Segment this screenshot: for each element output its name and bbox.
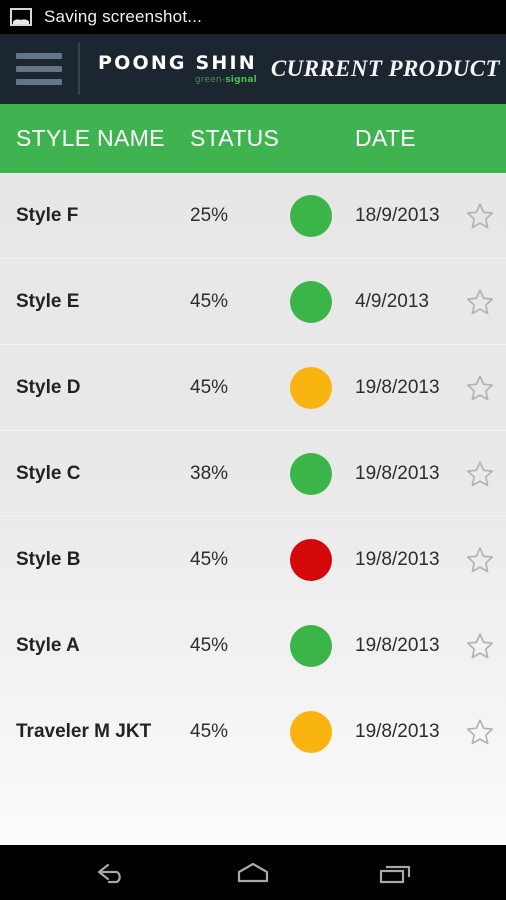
row-percent: 45% <box>190 634 229 656</box>
favorite-star-icon[interactable] <box>454 287 506 317</box>
status-bar-text: Saving screenshot... <box>44 7 203 26</box>
appbar-divider <box>78 43 80 95</box>
row-style-name: Style D <box>16 376 81 398</box>
android-nav-bar <box>0 845 506 900</box>
row-date: 19/8/2013 <box>355 720 440 742</box>
hamburger-menu-icon[interactable] <box>16 53 62 85</box>
column-header-date[interactable]: DATE <box>355 125 506 152</box>
row-percent: 45% <box>190 376 229 398</box>
row-status-cell <box>290 452 355 495</box>
status-indicator-green <box>290 194 332 237</box>
row-percent: 38% <box>190 462 229 484</box>
page-title: CURRENT PRODUCT <box>270 56 500 81</box>
app-bar: POONG SHIN green-signal CURRENT PRODUCT <box>0 34 506 104</box>
hamburger-bar <box>16 66 62 72</box>
row-status-cell <box>290 280 355 323</box>
favorite-star-icon[interactable] <box>454 631 506 661</box>
row-date: 18/9/2013 <box>355 204 440 226</box>
table-row[interactable]: Style E 45% 4/9/2013 <box>0 259 506 345</box>
table-row[interactable]: Style D 45% 19/8/2013 <box>0 345 506 431</box>
row-status-cell <box>290 710 355 753</box>
back-icon[interactable] <box>76 853 146 893</box>
row-style-name: Style B <box>16 548 81 570</box>
brand-logo: POONG SHIN green-signal <box>98 51 257 85</box>
row-style-name: Style A <box>16 634 80 656</box>
favorite-star-icon[interactable] <box>454 545 506 575</box>
logo-text: POONG SHIN <box>98 51 257 74</box>
row-date: 19/8/2013 <box>355 376 440 398</box>
table-column-header: STYLE NAME STATUS DATE <box>0 104 506 173</box>
logo-tagline: green-signal <box>194 74 257 85</box>
table-row[interactable]: Style C 38% 19/8/2013 <box>0 431 506 517</box>
row-percent: 25% <box>190 204 229 226</box>
status-indicator-amber <box>290 366 332 409</box>
row-status-cell <box>290 624 355 667</box>
status-indicator-green <box>290 452 332 495</box>
recent-apps-icon[interactable] <box>360 853 430 893</box>
row-date: 19/8/2013 <box>355 634 440 656</box>
logo-tagline-green: green- <box>194 74 226 85</box>
column-header-style-name[interactable]: STYLE NAME <box>0 125 190 152</box>
row-date: 4/9/2013 <box>355 290 429 312</box>
row-style-name: Traveler M JKT <box>16 720 152 742</box>
row-percent: 45% <box>190 548 229 570</box>
status-indicator-amber <box>290 710 332 753</box>
status-indicator-red <box>290 538 332 581</box>
hamburger-bar <box>16 79 62 85</box>
status-indicator-green <box>290 624 332 667</box>
favorite-star-icon[interactable] <box>454 459 506 489</box>
row-date: 19/8/2013 <box>355 548 440 570</box>
table-row[interactable]: Style A 45% 19/8/2013 <box>0 603 506 689</box>
logo-tagline-signal: signal <box>225 74 257 85</box>
favorite-star-icon[interactable] <box>454 717 506 747</box>
row-style-name: Style C <box>16 462 81 484</box>
status-indicator-green <box>290 280 332 323</box>
row-style-name: Style F <box>16 204 79 226</box>
favorite-star-icon[interactable] <box>454 201 506 231</box>
column-header-status[interactable]: STATUS <box>190 125 355 152</box>
table-row[interactable]: Style F 25% 18/9/2013 <box>0 173 506 259</box>
row-style-name: Style E <box>16 290 80 312</box>
android-status-bar: Saving screenshot... <box>0 0 506 34</box>
app-root: Saving screenshot... POONG SHIN green-si… <box>0 0 506 900</box>
row-percent: 45% <box>190 290 229 312</box>
image-icon <box>10 8 32 26</box>
product-list[interactable]: Style F 25% 18/9/2013 Style E 45% 4/9/2013 Sty… <box>0 173 506 845</box>
row-status-cell <box>290 194 355 237</box>
row-status-cell <box>290 366 355 409</box>
hamburger-bar <box>16 53 62 59</box>
row-percent: 45% <box>190 720 229 742</box>
table-row[interactable]: Traveler M JKT 45% 19/8/2013 <box>0 689 506 775</box>
row-status-cell <box>290 538 355 581</box>
table-row[interactable]: Style B 45% 19/8/2013 <box>0 517 506 603</box>
home-icon[interactable] <box>218 853 288 893</box>
row-date: 19/8/2013 <box>355 462 440 484</box>
favorite-star-icon[interactable] <box>454 373 506 403</box>
